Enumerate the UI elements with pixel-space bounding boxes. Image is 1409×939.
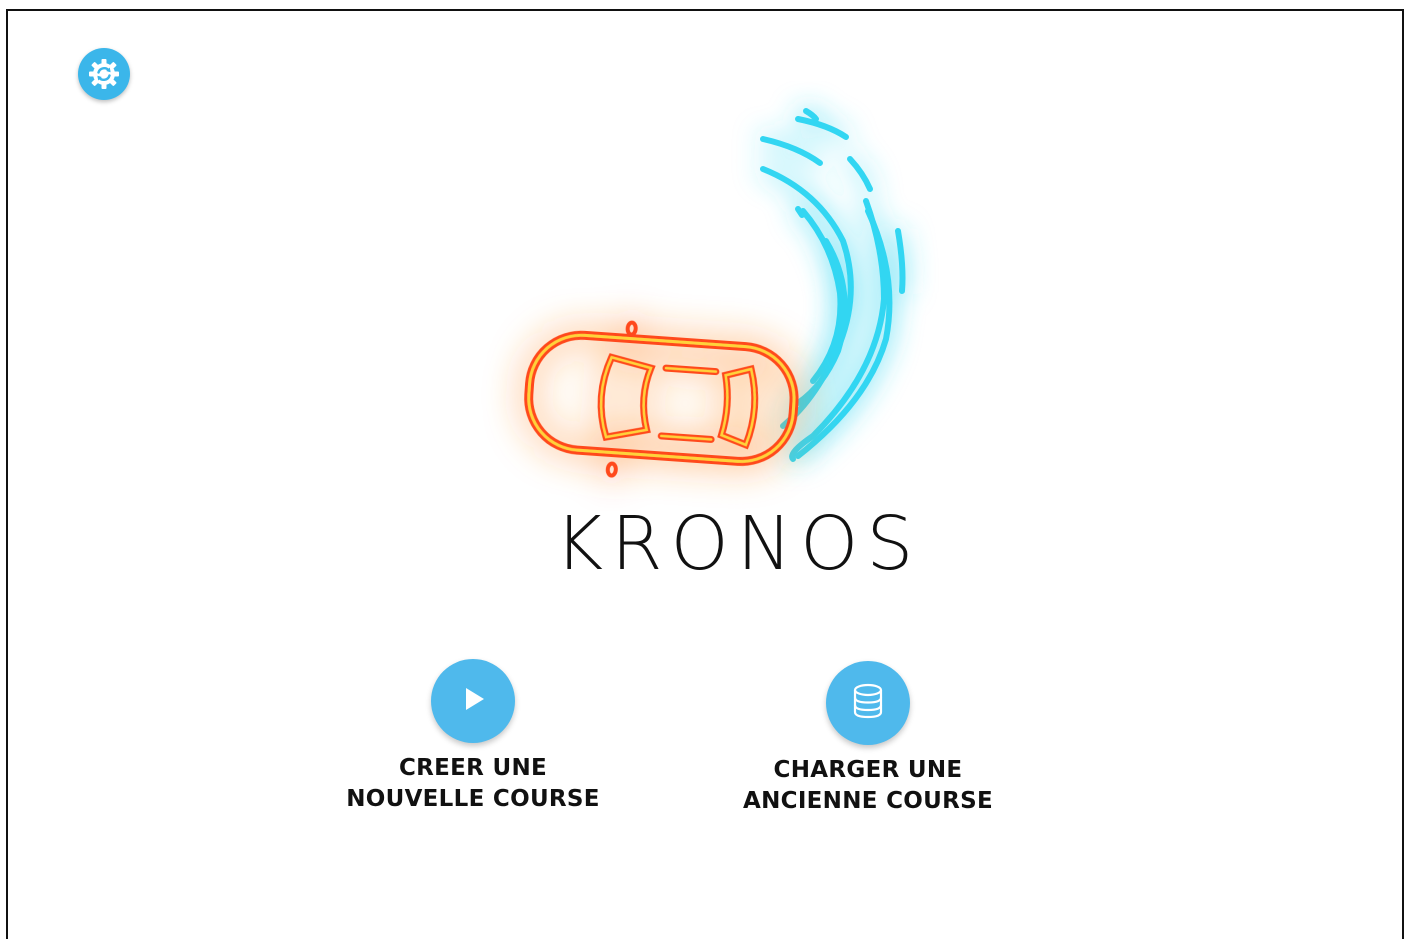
kronos-logo-illustration: [468, 81, 988, 511]
create-new-race-button[interactable]: CREER UNE NOUVELLE COURSE: [308, 659, 638, 815]
play-icon: [456, 682, 490, 721]
speed-trails: [760, 108, 906, 462]
create-new-race-circle[interactable]: [431, 659, 515, 743]
load-old-race-label: CHARGER UNE ANCIENNE COURSE: [742, 757, 993, 814]
settings-sync-icon: [87, 57, 121, 91]
neon-car: [524, 320, 799, 478]
app-window: KRONOS CREER UNE NOUVELLE COURSE CHARGER…: [6, 9, 1404, 939]
load-old-race-circle[interactable]: [826, 661, 910, 745]
create-new-race-label: CREER UNE NOUVELLE COURSE: [346, 755, 600, 812]
settings-button[interactable]: [78, 48, 130, 100]
load-old-race-button[interactable]: CHARGER UNE ANCIENNE COURSE: [708, 661, 1028, 817]
app-title: KRONOS: [554, 501, 922, 587]
database-icon: [848, 681, 888, 726]
